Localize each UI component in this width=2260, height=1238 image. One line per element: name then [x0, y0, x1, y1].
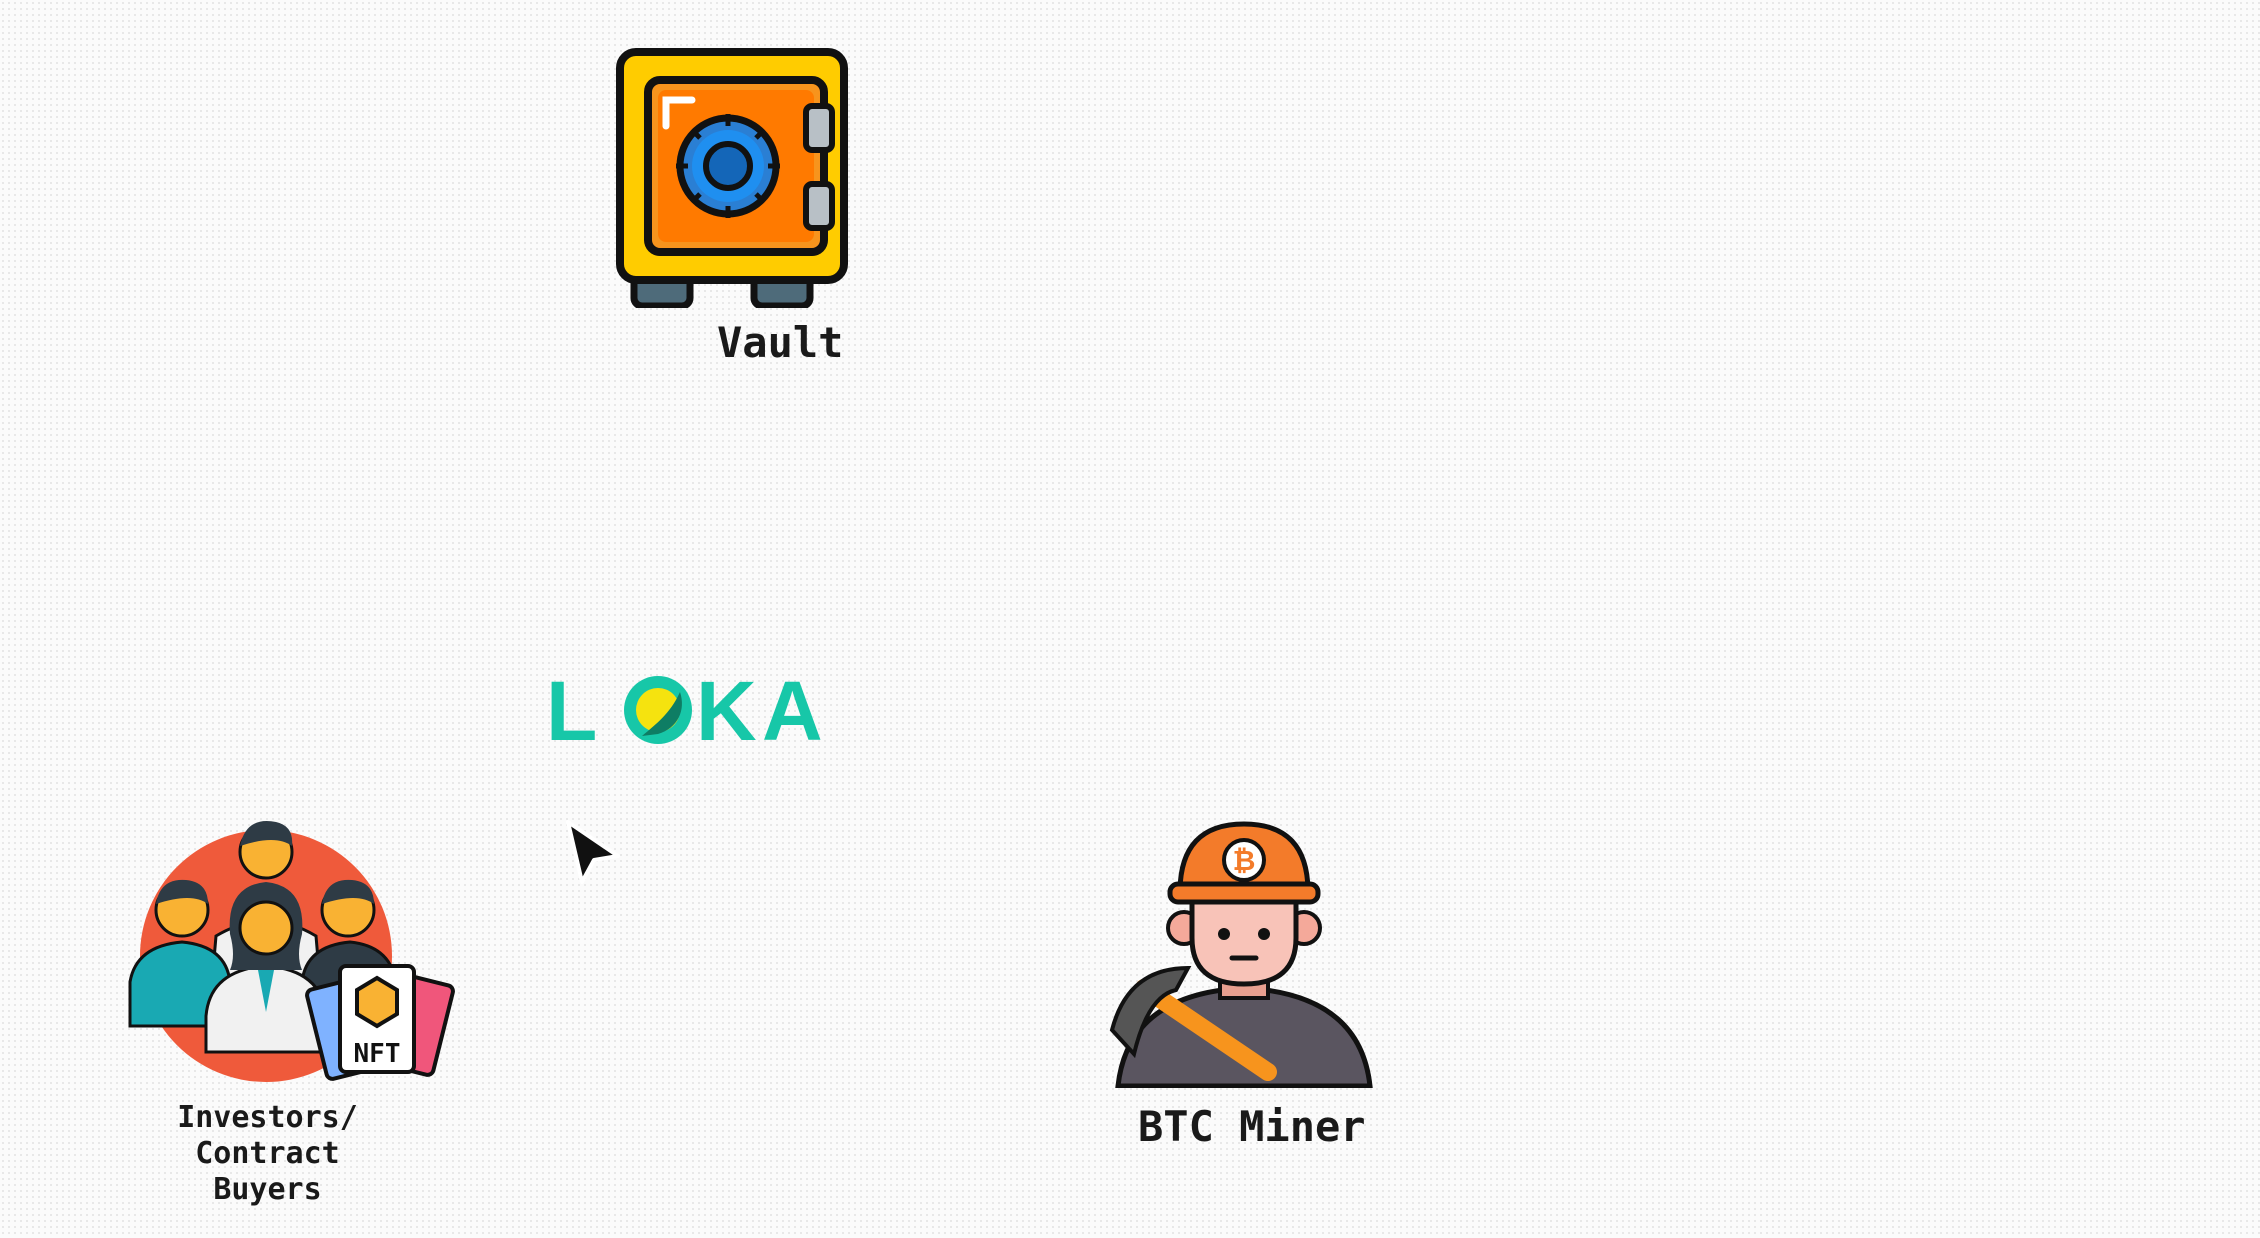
bitcoin-symbol: ₿ — [1233, 844, 1256, 877]
mouse-pointer-icon — [566, 820, 620, 884]
investor-group-icon: NFT — [128, 821, 455, 1082]
btc-miner-icon: ₿ — [1109, 821, 1373, 1088]
investors-label-line1: Investors/ — [177, 1100, 358, 1135]
nft-badge-text: NFT — [354, 1039, 401, 1069]
logo-letter-k: K — [696, 668, 757, 748]
investors-label-line2: Contract Buyers — [195, 1136, 340, 1207]
logo-letter-a: A — [762, 668, 823, 748]
btc-miner-label: BTC Miner — [1138, 1102, 1366, 1151]
safe-vault-icon — [616, 48, 848, 308]
logo-letter-l: L — [546, 668, 597, 748]
logo-letter-o — [624, 676, 692, 744]
investors-label: Investors/ Contract Buyers — [140, 1100, 395, 1208]
vault-label: Vault — [717, 318, 844, 367]
loka-logo: L K A — [546, 668, 823, 748]
